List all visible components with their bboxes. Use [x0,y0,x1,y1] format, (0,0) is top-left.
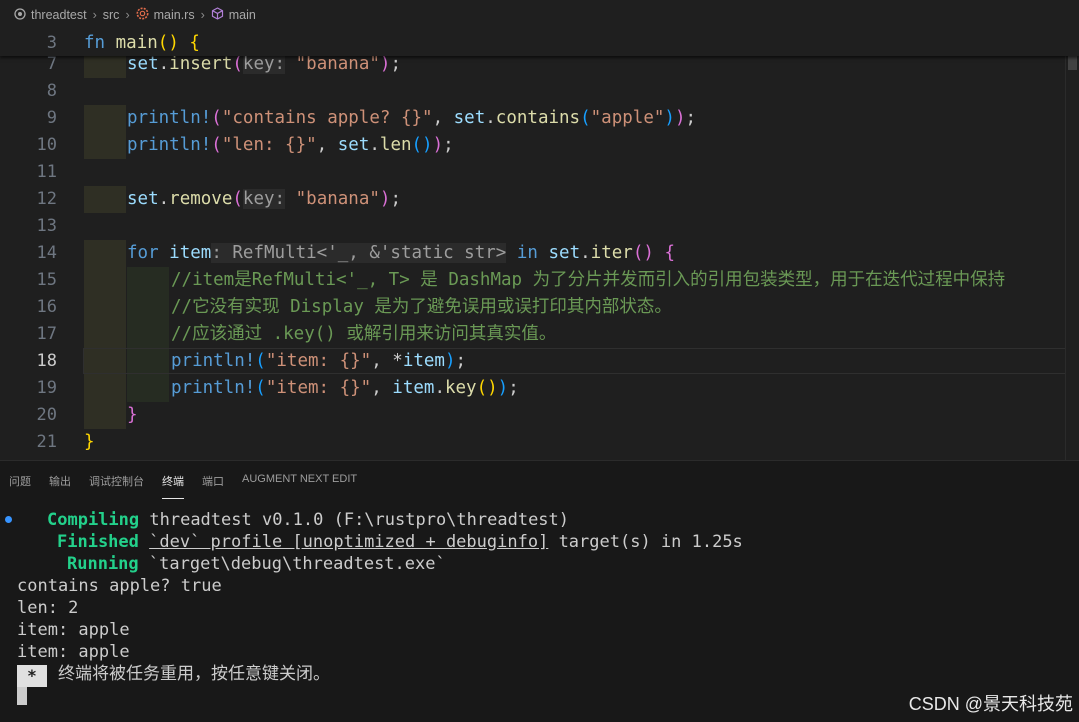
line-number: 12 [36,189,57,209]
breadcrumb-folder[interactable]: threadtest [14,7,87,23]
indent-guide [127,375,169,402]
breadcrumb-src-label: src [102,8,120,22]
line-number: 16 [36,297,57,317]
terminal-line: len: 2 [17,598,79,618]
tab-output[interactable]: 输出 [40,461,80,499]
indent-guide [127,267,169,294]
terminal-line: contains apple? true [17,576,222,596]
editor-scrollbar[interactable] [1065,30,1079,460]
code-comment: //item是RefMulti<'_, T> 是 DashMap 为了分片并发而… [171,270,1006,290]
code-comment: //它没有实现 Display 是为了避免误用或误打印其内部状态。 [171,297,672,317]
code-text: fn main() { [84,33,200,53]
code-line-current: 18 println!("item: {}", *item); [0,348,1079,375]
tab-problems[interactable]: 问题 [0,461,40,499]
sticky-scroll-header[interactable]: 3 fn main() { [0,30,1079,56]
watermark: CSDN @景天科技苑 [908,694,1073,714]
indent-guide [84,267,126,294]
code-line: 20 } [0,402,1079,429]
code-text: } [84,432,95,452]
terminal-line: item: apple [17,620,130,640]
code-line: 14 for item: RefMulti<'_, &'static str> … [0,240,1079,267]
breadcrumb-file[interactable]: main.rs [136,7,195,23]
code-line: 12 set.remove(key: "banana"); [0,186,1079,213]
bottom-panel: 问题 输出 调试控制台 终端 端口 AUGMENT NEXT EDIT Comp… [0,460,1079,722]
code-text: set.remove(key: "banana"); [127,189,402,209]
task-reuse-message: 终端将被任务重用，按任意键关闭。 [58,664,330,684]
code-text: println!("item: {}", item.key()); [171,378,519,398]
line-number: 13 [36,216,57,236]
line-number: 9 [46,108,57,128]
terminal-line: Finished `dev` profile [unoptimized + de… [57,532,743,552]
line-number: 21 [36,432,57,452]
line-number: 3 [46,33,57,53]
tab-ports[interactable]: 端口 [193,461,233,499]
code-line: 15 //item是RefMulti<'_, T> 是 DashMap 为了分片… [0,267,1079,294]
line-number: 14 [36,243,57,263]
cube-method-icon [211,7,224,23]
indent-guide [84,240,126,267]
line-number: 11 [36,162,57,182]
tab-augment-next-edit[interactable]: AUGMENT NEXT EDIT [233,461,366,499]
indent-guide [84,294,126,321]
terminal-line: Running `target\debug\threadtest.exe` [67,554,446,574]
breadcrumb-folder-label: threadtest [31,8,87,22]
tab-terminal[interactable]: 终端 [153,461,193,499]
breadcrumb: threadtest › src › main.rs › main [0,0,1079,30]
indent-guide [84,321,126,348]
breadcrumb-file-label: main.rs [153,8,195,22]
code-text: println!("len: {}", set.len()); [127,135,454,155]
rust-file-icon [136,7,149,23]
terminal-line: item: apple [17,642,130,662]
folder-target-icon [14,7,26,23]
indent-guide [84,402,126,429]
chevron-right-icon: › [92,8,97,22]
line-number: 17 [36,324,57,344]
breadcrumb-symbol-label: main [228,8,256,22]
code-text: println!("contains apple? {}", set.conta… [127,108,697,128]
indent-guide [84,105,126,132]
line-number: 19 [36,378,57,398]
code-line: 17 //应该通过 .key() 或解引用来访问其真实值。 [0,321,1079,348]
terminal-line: Compiling threadtest v0.1.0 (F:\rustpro\… [47,510,570,530]
terminal-output[interactable]: Compiling threadtest v0.1.0 (F:\rustpro\… [0,509,1079,663]
breadcrumb-symbol[interactable]: main [211,7,256,23]
code-line: 19 println!("item: {}", item.key()); [0,375,1079,402]
tab-debug-console[interactable]: 调试控制台 [80,461,153,499]
indent-guide [127,294,169,321]
indent-guide [127,321,169,348]
code-line: 16 //它没有实现 Display 是为了避免误用或误打印其内部状态。 [0,294,1079,321]
chevron-right-icon: › [200,8,205,22]
code-text: for item: RefMulti<'_, &'static str> in … [127,243,675,263]
code-comment: //应该通过 .key() 或解引用来访问其真实值。 [171,324,557,344]
inlay-hint: key: [242,189,286,209]
code-line: 13 [0,213,1079,240]
inlay-type-hint: : RefMulti<'_, &'static str> [211,243,507,263]
line-number: 10 [36,135,57,155]
code-line: 21 } [0,429,1079,456]
indent-guide [84,132,126,159]
code-text: } [127,405,138,425]
breadcrumb-src[interactable]: src [103,8,120,22]
code-text: println!("item: {}", *item); [171,351,467,371]
inlay-hint: key: [242,54,286,74]
code-line: 10 println!("len: {}", set.len()); [0,132,1079,159]
line-number: 8 [46,81,57,101]
code-editor[interactable]: 7 set.insert(key: "banana"); 3 fn main()… [0,30,1079,460]
panel-tabs: 问题 输出 调试控制台 终端 端口 AUGMENT NEXT EDIT [0,461,366,499]
code-line: 8 [0,78,1079,105]
task-reuse-badge: * [17,665,47,687]
indent-guide [84,186,126,213]
code-line: 9 println!("contains apple? {}", set.con… [0,105,1079,132]
chevron-right-icon: › [125,8,130,22]
line-number: 18 [36,351,57,371]
line-number: 20 [36,405,57,425]
line-number: 15 [36,270,57,290]
code-line: 11 [0,159,1079,186]
indent-guide [84,375,126,402]
